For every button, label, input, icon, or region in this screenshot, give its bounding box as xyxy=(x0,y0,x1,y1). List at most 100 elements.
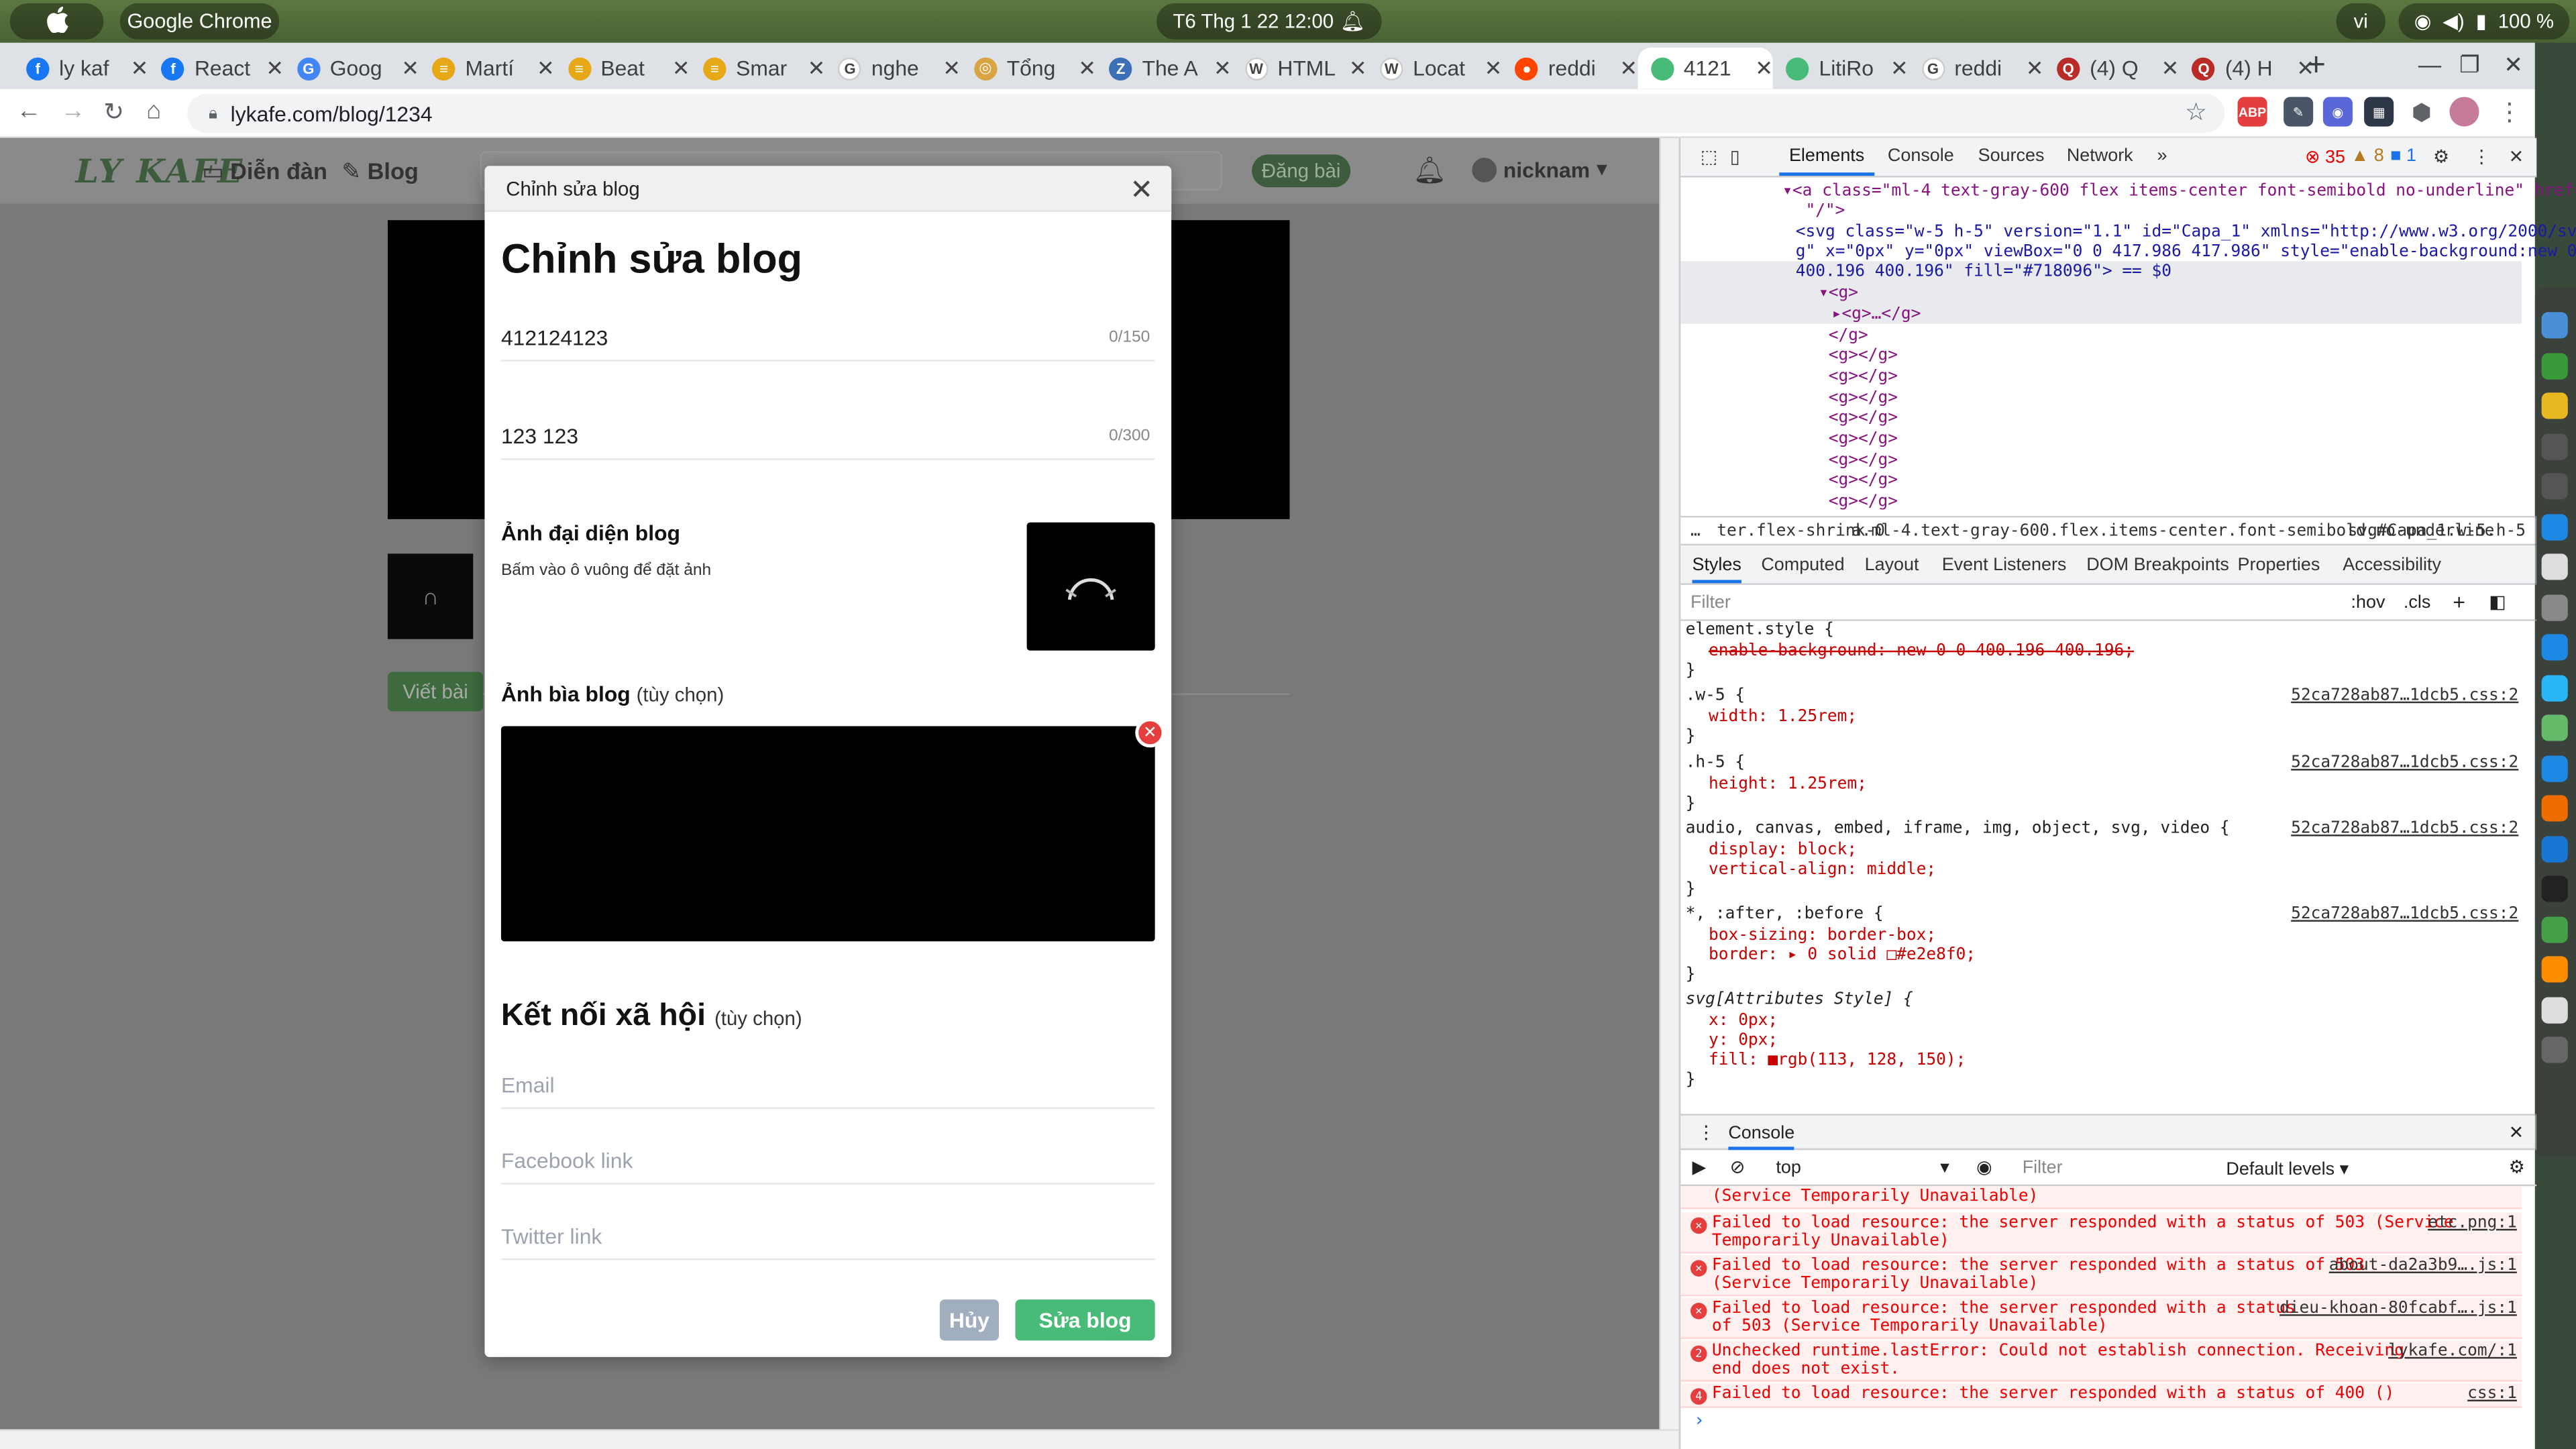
warning-count-badge[interactable]: ▲ 8 xyxy=(2351,146,2384,166)
css-selector[interactable]: element.style { xyxy=(1686,621,1834,640)
tab-close-icon[interactable]: ✕ xyxy=(537,55,555,81)
dom-node-line[interactable]: <g></g> xyxy=(1829,389,1898,410)
css-selector[interactable]: .w-5 { xyxy=(1686,687,1745,706)
browser-tab[interactable]: Q (4) Q ✕ xyxy=(2044,48,2180,89)
cancel-button[interactable]: Hủy xyxy=(939,1299,999,1341)
tab-dom-breakpoints[interactable]: DOM Breakpoints xyxy=(2086,555,2229,575)
console-filter-input[interactable]: Filter xyxy=(2023,1159,2063,1178)
mail-icon[interactable] xyxy=(2541,634,2568,661)
notification-bell-icon[interactable]: 🔔︎ xyxy=(1413,154,1446,187)
drive-icon[interactable] xyxy=(2541,594,2568,621)
eye-icon[interactable]: ◉ xyxy=(1976,1157,1992,1178)
console-error-row[interactable]: 2 Unchecked runtime.lastError: Could not … xyxy=(1680,1340,2522,1382)
input-language[interactable]: vi xyxy=(2336,3,2385,40)
tab-close-icon[interactable]: ✕ xyxy=(2161,55,2180,81)
tab-accessibility[interactable]: Accessibility xyxy=(2343,555,2441,575)
console-error-row[interactable]: (Service Temporarily Unavailable) xyxy=(1680,1186,2522,1210)
extension-icon[interactable]: ◉ xyxy=(2322,97,2353,127)
tab-layout[interactable]: Layout xyxy=(1865,555,1919,575)
tab-properties[interactable]: Properties xyxy=(2238,555,2320,575)
console-source-link[interactable]: css:1 xyxy=(2467,1386,2517,1404)
forward-icon[interactable]: → xyxy=(61,97,86,125)
styles-filter-input[interactable]: Filter xyxy=(1690,593,1731,612)
close-window-icon[interactable]: ✕ xyxy=(2504,51,2523,79)
css-property[interactable]: x: 0px; xyxy=(1709,1012,1778,1031)
back-icon[interactable]: ← xyxy=(16,97,41,125)
browser-tab[interactable]: Z The A ✕ xyxy=(1096,48,1232,89)
dom-node-line[interactable]: <g></g> xyxy=(1829,409,1898,430)
trash-icon[interactable] xyxy=(2541,996,2568,1023)
settings-icon[interactable] xyxy=(2541,1036,2568,1063)
dom-node-line[interactable]: <svg class="w-5 h-5" version="1.1" id="C… xyxy=(1796,223,2576,244)
tab-close-icon[interactable]: ✕ xyxy=(1078,55,1096,81)
css-selector[interactable]: *, :after, :before { xyxy=(1686,905,1884,924)
dom-node-line[interactable]: <g></g> xyxy=(1829,431,1898,451)
active-app-name[interactable]: Google Chrome xyxy=(119,3,280,40)
browser-tab[interactable]: ≡ Smar ✕ xyxy=(690,48,825,89)
clock[interactable]: T6 Thg 1 22 12:00 🔔︎ xyxy=(1157,3,1382,40)
css-source-link[interactable]: 52ca728ab87…1dcb5.css:2 xyxy=(2291,820,2518,839)
vscode-icon[interactable] xyxy=(2541,835,2568,862)
browser-tab[interactable]: 4121 ✕ xyxy=(1638,48,1773,89)
console-source-link[interactable]: dieu-khoan-80fcabf….js:1 xyxy=(2279,1300,2517,1319)
browser-tab[interactable]: Gnghe ✕ xyxy=(825,48,961,89)
tab-close-icon[interactable]: ✕ xyxy=(1619,55,1638,81)
browser-tab[interactable]: W Locat ✕ xyxy=(1367,48,1502,89)
reload-icon[interactable]: ↻ xyxy=(103,97,124,127)
css-property[interactable]: display: block; xyxy=(1709,841,1857,860)
dom-node-line[interactable]: 400.196 400.196" fill="#718096"> == $0 xyxy=(1796,263,2171,284)
blog-description-input[interactable]: 123 123 0/300 xyxy=(500,414,1155,460)
dom-node-line[interactable]: <g></g> xyxy=(1829,451,1898,472)
post-button[interactable]: Đăng bài xyxy=(1252,154,1351,188)
puzzle-icon[interactable]: ⬢ xyxy=(2407,97,2436,126)
tab-close-icon[interactable]: ✕ xyxy=(672,55,690,81)
close-drawer-icon[interactable]: ✕ xyxy=(2509,1122,2524,1143)
browser-tab[interactable]: ≡ Beat ✕ xyxy=(555,48,690,89)
hov-toggle[interactable]: :hov xyxy=(2351,593,2385,612)
tab-close-icon[interactable]: ✕ xyxy=(943,55,961,81)
blog-title-input[interactable]: 412124123 0/150 xyxy=(500,315,1155,362)
firefox-icon[interactable] xyxy=(2541,956,2568,983)
cls-toggle[interactable]: .cls xyxy=(2404,593,2430,612)
css-property[interactable]: vertical-align: middle; xyxy=(1709,861,1936,879)
breadcrumb-item[interactable]: svg#Capa_1.w-5.h-5 xyxy=(2348,523,2526,541)
drawer-menu-icon[interactable]: ⋮ xyxy=(1697,1122,1715,1143)
dom-node-line[interactable]: ▸<g>…</g> xyxy=(1832,306,1921,327)
profile-avatar[interactable] xyxy=(2449,97,2479,127)
toggle-sidebar-icon[interactable]: ◧ xyxy=(2489,592,2506,612)
dom-node-line[interactable]: </g> xyxy=(1829,327,1868,347)
browser-tab[interactable]: ● reddi ✕ xyxy=(1502,48,1638,89)
css-property[interactable]: y: 0px; xyxy=(1709,1032,1778,1051)
chat-icon[interactable] xyxy=(2541,755,2568,782)
dom-node-line[interactable]: <g></g> xyxy=(1829,493,1898,514)
console-error-row[interactable]: ✕ Failed to load resource: the server res… xyxy=(1680,1212,2522,1254)
browser-tab[interactable]: ≡ Martí ✕ xyxy=(419,48,555,89)
avatar-upload-box[interactable] xyxy=(1026,522,1155,651)
notes-icon[interactable] xyxy=(2541,553,2568,580)
bookmark-star-icon[interactable]: ☆ xyxy=(2185,97,2207,127)
tab-close-icon[interactable]: ✕ xyxy=(1214,55,1232,81)
console-drawer-tab[interactable]: Console xyxy=(1728,1124,1795,1150)
clock-icon[interactable] xyxy=(2541,473,2568,500)
adblock-icon[interactable]: ABP xyxy=(2237,97,2267,127)
css-property[interactable]: width: 1.25rem; xyxy=(1709,708,1857,727)
css-selector[interactable]: } xyxy=(1686,966,1696,985)
more-tabs-icon[interactable]: » xyxy=(2157,146,2167,166)
tab-close-icon[interactable]: ✕ xyxy=(1755,55,1773,81)
new-tab-icon[interactable]: + xyxy=(2306,48,2326,85)
browser-tab[interactable]: f React ✕ xyxy=(148,48,284,89)
console-source-link[interactable]: lykafe.com/:1 xyxy=(2388,1343,2517,1361)
app-icon[interactable] xyxy=(2541,714,2568,741)
tab-close-icon[interactable]: ✕ xyxy=(2026,55,2044,81)
dom-node-line[interactable]: ▾<a class="ml-4 text-gray-600 flex items… xyxy=(1782,182,2576,203)
dom-node-line[interactable]: "/"> xyxy=(1805,202,1845,223)
browser-tab[interactable]: G Goog ✕ xyxy=(284,48,419,89)
skype-icon[interactable] xyxy=(2541,674,2568,701)
network-icon[interactable] xyxy=(2541,513,2568,540)
browser-tab[interactable]: W HTML ✕ xyxy=(1232,48,1367,89)
write-post-button[interactable]: Viết bài xyxy=(387,672,484,712)
css-selector[interactable]: } xyxy=(1686,728,1696,747)
address-bar[interactable]: 🔒︎ lykafe.com/blog/1234 xyxy=(187,93,2224,133)
browser-tab[interactable]: ◎ Tổng ✕ xyxy=(961,48,1096,89)
console-error-row[interactable]: ✕ Failed to load resource: the server res… xyxy=(1680,1255,2522,1297)
